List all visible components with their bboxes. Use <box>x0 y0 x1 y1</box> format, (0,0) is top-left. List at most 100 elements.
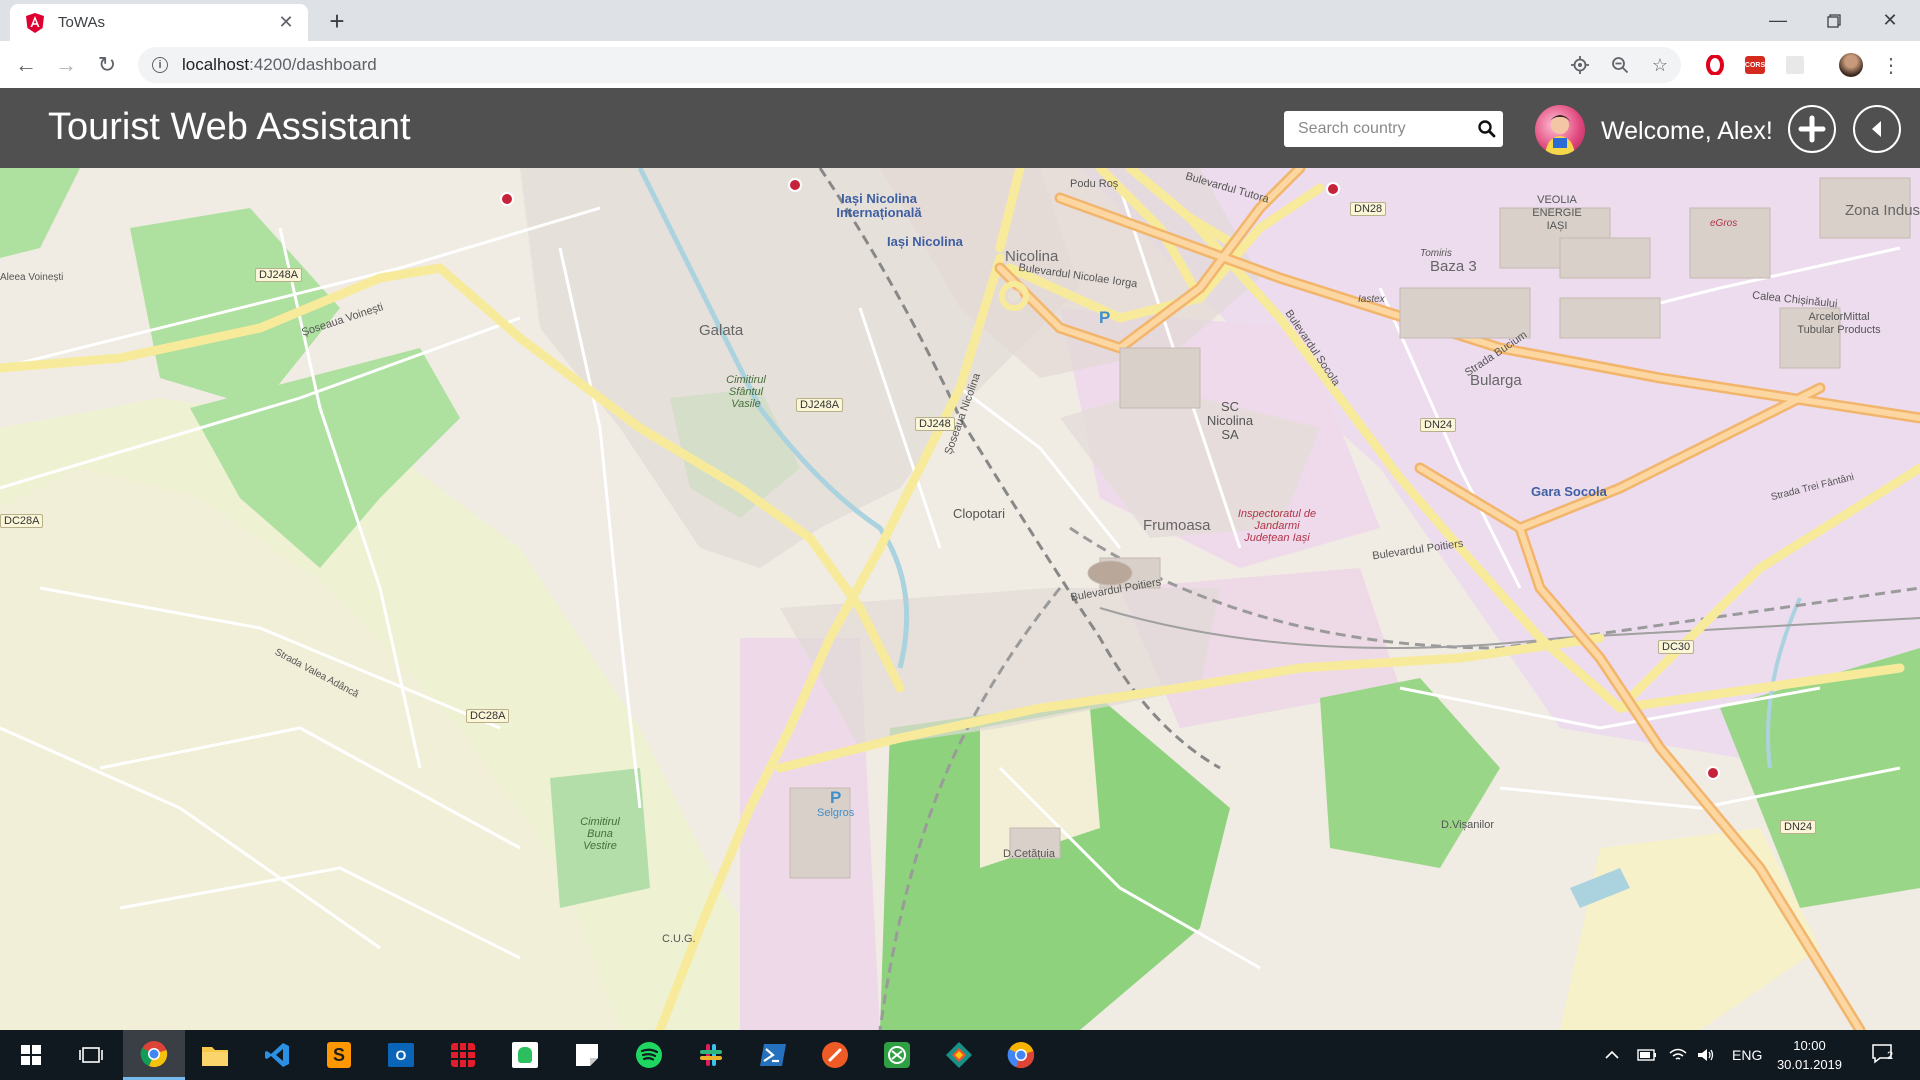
poi-label: Iastex <box>1358 294 1385 305</box>
new-tab-button[interactable]: + <box>322 6 352 36</box>
chrome-canary-icon[interactable] <box>990 1030 1052 1080</box>
add-button[interactable] <box>1788 105 1836 153</box>
vscode-icon[interactable] <box>246 1030 308 1080</box>
outlook-icon[interactable]: O <box>370 1030 432 1080</box>
windows-taskbar: S O ENG 10:00 30.01.2019 2 <box>0 1030 1920 1080</box>
road-badge: DN28 <box>1350 202 1387 216</box>
poi-label: Cimitirul Buna Vestire <box>580 816 620 852</box>
powershell-icon[interactable] <box>742 1030 804 1080</box>
district-label: Frumoasa <box>1143 517 1211 534</box>
forward-arrow-icon[interactable]: → <box>50 49 82 81</box>
url-text[interactable]: localhost:4200/dashboard <box>182 55 377 75</box>
close-tab-icon[interactable]: ✕ <box>274 11 298 35</box>
district-label: Bularga <box>1470 372 1522 389</box>
browser-tab[interactable]: ToWAs ✕ <box>10 4 308 41</box>
collapse-sidebar-button[interactable] <box>1853 105 1901 153</box>
grid-app-icon[interactable] <box>432 1030 494 1080</box>
district-label: Nicolina <box>1005 248 1059 265</box>
poi-label: Tomiris <box>1420 248 1452 259</box>
back-arrow-icon[interactable]: ← <box>10 49 42 81</box>
battery-icon[interactable] <box>1637 1030 1657 1080</box>
info-icon[interactable]: i <box>152 57 168 73</box>
district-label: Zona Indus <box>1845 202 1920 219</box>
search-icon[interactable] <box>1477 119 1497 139</box>
xbox-app-icon[interactable] <box>866 1030 928 1080</box>
user-avatar[interactable] <box>1535 105 1585 155</box>
poi-label: SC Nicolina SA <box>1206 399 1254 442</box>
sticky-notes-icon[interactable] <box>556 1030 618 1080</box>
street-label: Podu Roș <box>1070 178 1119 190</box>
poi-label: ArcelorMittal Tubular Products <box>1797 311 1881 336</box>
address-bar[interactable]: i localhost:4200/dashboard ☆ <box>138 47 1681 83</box>
opera-extension-icon[interactable] <box>1700 50 1730 80</box>
evernote-icon[interactable] <box>494 1030 556 1080</box>
language-indicator[interactable]: ENG <box>1732 1030 1762 1080</box>
road-badge: DJ248A <box>255 268 303 282</box>
parking-icon[interactable]: P <box>830 788 841 808</box>
windows-start-icon[interactable] <box>0 1030 62 1080</box>
slack-icon[interactable] <box>680 1030 742 1080</box>
profile-avatar-icon[interactable] <box>1836 50 1866 80</box>
hospital-marker[interactable] <box>1326 182 1340 196</box>
location-icon[interactable] <box>1565 50 1595 80</box>
spotify-icon[interactable] <box>618 1030 680 1080</box>
poi-label: eGros <box>1710 218 1738 229</box>
district-label: Baza 3 <box>1430 258 1477 275</box>
parking-icon[interactable]: P <box>1099 308 1110 328</box>
zoom-out-icon[interactable] <box>1605 50 1635 80</box>
notification-center-icon[interactable]: 2 <box>1872 1030 1896 1080</box>
app-title: Tourist Web Assistant <box>48 106 411 148</box>
show-hidden-icons-icon[interactable] <box>1605 1030 1619 1080</box>
sublime-text-icon[interactable]: S <box>308 1030 370 1080</box>
road-badge: DJ248A <box>796 398 844 412</box>
task-view-icon[interactable] <box>60 1030 122 1080</box>
tab-title: ToWAs <box>58 14 105 31</box>
road-badge: DC28A <box>0 514 44 528</box>
road-badge: DC30 <box>1658 640 1695 654</box>
welcome-text: Welcome, Alex! <box>1601 117 1773 145</box>
gitkraken-icon[interactable] <box>928 1030 990 1080</box>
station-label[interactable]: Iași Nicolina Internațională <box>834 192 924 220</box>
star-bookmark-icon[interactable]: ☆ <box>1645 50 1675 80</box>
street-label: Aleea Voinești <box>0 272 64 283</box>
cors-extension-icon[interactable]: CORS <box>1740 50 1770 80</box>
hospital-marker[interactable] <box>1706 766 1720 780</box>
poi-label: C.U.G. <box>662 933 696 945</box>
browser-toolbar: ← → ↻ i localhost:4200/dashboard ☆ CORS … <box>0 41 1920 89</box>
district-label: Clopotari <box>953 506 1006 521</box>
app-header: Tourist Web Assistant Welcome, Alex! <box>0 88 1920 168</box>
map-canvas <box>0 168 1920 1030</box>
angular-icon <box>24 12 46 34</box>
system-clock[interactable]: 10:00 30.01.2019 <box>1762 1036 1857 1074</box>
clock-time: 10:00 <box>1793 1038 1826 1053</box>
poi-label: Inspectoratul de Jandarmi Județean Iași <box>1237 508 1317 544</box>
restore-icon[interactable] <box>1806 0 1862 41</box>
road-badge: DJ248 <box>915 417 955 431</box>
file-explorer-icon[interactable] <box>184 1030 246 1080</box>
plus-icon <box>1798 115 1826 143</box>
minimize-icon[interactable]: — <box>1750 0 1806 41</box>
poi-label: Selgros <box>817 807 855 819</box>
close-window-icon[interactable]: ✕ <box>1862 0 1918 41</box>
road-badge: DN24 <box>1420 418 1457 432</box>
volume-icon[interactable] <box>1697 1030 1715 1080</box>
postman-icon[interactable] <box>804 1030 866 1080</box>
road-badge: DN24 <box>1780 820 1817 834</box>
search-country-input[interactable] <box>1296 119 1470 139</box>
district-label: Galata <box>699 322 744 339</box>
clock-date: 30.01.2019 <box>1776 1057 1843 1072</box>
reload-icon[interactable]: ↻ <box>91 49 123 81</box>
menu-kebab-icon[interactable]: ⋮ <box>1876 50 1906 80</box>
chevron-left-icon <box>1872 121 1881 137</box>
station-label[interactable]: Iași Nicolina <box>887 234 963 249</box>
extension-icon[interactable] <box>1780 50 1810 80</box>
hospital-marker[interactable] <box>788 178 802 192</box>
hospital-marker[interactable] <box>500 192 514 206</box>
wifi-icon[interactable] <box>1669 1030 1687 1080</box>
map-view[interactable]: P P Galata Nicolina Frumoasa Clopotari B… <box>0 168 1920 1030</box>
notification-count: 2 <box>1887 1050 1894 1062</box>
poi-label: VEOLIA ENERGIE IAȘI <box>1532 194 1582 232</box>
poi-label: D.Vișanilor <box>1441 819 1494 831</box>
station-label[interactable]: Gara Socola <box>1531 484 1607 499</box>
chrome-icon[interactable] <box>123 1030 185 1080</box>
